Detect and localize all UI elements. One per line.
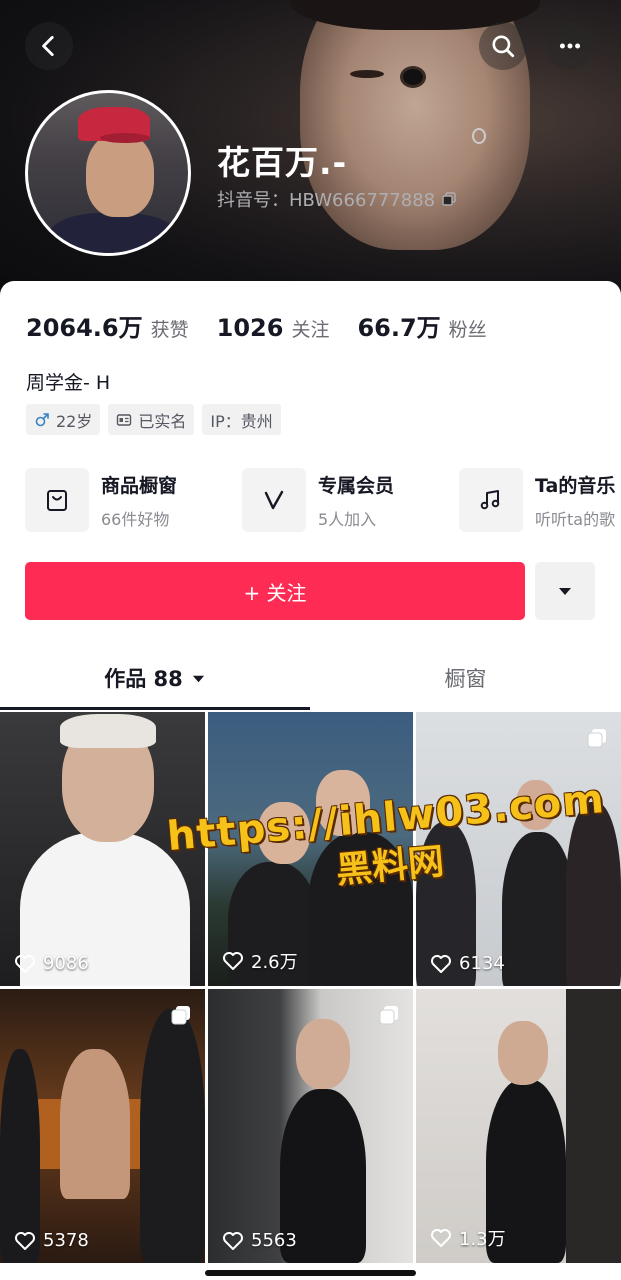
feature-music[interactable]: Ta的音乐 听听ta的歌 — [459, 466, 615, 534]
tag-text: IP：贵州 — [210, 411, 273, 431]
thumbnail-figure — [60, 714, 156, 748]
tab-works-label: 作品 88 — [104, 667, 183, 691]
shopping-bag-icon — [47, 490, 67, 511]
video-likes-count: 6134 — [459, 953, 505, 974]
stat-following[interactable]: 1026 关注 — [217, 314, 330, 342]
caret-down-icon — [192, 675, 204, 682]
vip-icon — [264, 490, 284, 510]
copy-icon[interactable] — [441, 191, 457, 207]
profile-bio: 周学金- H — [26, 372, 111, 394]
feature-title: 专属会员 — [318, 474, 395, 497]
profile-tags: 22岁 已实名 IP：贵州 — [26, 404, 281, 435]
stat-label: 获赞 — [150, 319, 189, 341]
heart-icon — [15, 954, 35, 973]
video-likes-count: 5378 — [43, 1230, 89, 1251]
stat-label: 关注 — [291, 319, 330, 341]
home-indicator[interactable] — [205, 1270, 416, 1276]
video-likes: 6134 — [430, 953, 505, 974]
stat-value: 1026 — [216, 314, 284, 342]
more-options-button[interactable] — [546, 22, 594, 70]
banner-photo-eye — [350, 70, 384, 78]
follow-dropdown-button[interactable] — [535, 562, 595, 620]
follow-button-label: + 关注 — [243, 580, 307, 605]
video-likes: 5563 — [222, 1230, 297, 1251]
stat-value: 2064.6万 — [26, 314, 143, 342]
male-icon — [35, 412, 49, 426]
stat-followers[interactable]: 66.7万 粉丝 — [357, 308, 486, 343]
tab-works[interactable]: 作品 88 — [0, 646, 310, 710]
stat-likes[interactable]: 2064.6万 获赞 — [26, 308, 189, 343]
stat-label: 粉丝 — [448, 319, 487, 341]
thumbnail-figure — [140, 1009, 205, 1263]
feature-subtitle: 5人加入 — [318, 509, 377, 529]
profile-banner: 花百万.- 抖音号：HBW666777888 — [0, 0, 621, 300]
video-likes: 5378 — [14, 1230, 89, 1251]
multi-image-icon — [587, 729, 606, 748]
thumbnail-figure — [566, 989, 621, 1263]
more-dots-icon — [559, 43, 581, 49]
heart-icon — [431, 1229, 451, 1247]
feature-subtitle: 听听ta的歌 — [535, 509, 616, 529]
tab-shop-window[interactable]: 橱窗 — [310, 646, 621, 710]
follow-button[interactable]: + 关注 — [25, 562, 525, 620]
video-likes-count: 5563 — [251, 1230, 297, 1251]
banner-photo-earring — [472, 128, 486, 144]
feature-title: Ta的音乐 — [535, 474, 616, 497]
profile-name: 花百万.- — [217, 143, 348, 182]
stat-value: 66.7万 — [357, 314, 441, 342]
banner-photo-eye — [400, 66, 426, 88]
feature-text: Ta的音乐 听听ta的歌 — [535, 471, 615, 530]
feature-row: 商品橱窗 66件好物 专属会员 5人加入 Ta的音乐 听听ta的歌 — [25, 466, 621, 534]
feature-text: 专属会员 5人加入 — [318, 471, 394, 530]
heart-icon — [223, 952, 243, 970]
music-note-icon — [480, 490, 500, 510]
feature-text: 商品橱窗 66件好物 — [101, 471, 177, 530]
stats-row: 2064.6万 获赞 1026 关注 66.7万 粉丝 — [26, 308, 515, 343]
feature-icon-box — [459, 468, 523, 532]
video-likes-count: 2.6万 — [251, 952, 298, 973]
content-tabs: 作品 88 橱窗 — [0, 646, 621, 710]
feature-icon-box — [242, 468, 306, 532]
avatar-cap-brim — [100, 133, 150, 143]
caret-down-icon — [559, 588, 571, 595]
tag-age: 22岁 — [26, 404, 101, 435]
video-likes: 9086 — [14, 953, 89, 974]
tag-verified: 已实名 — [108, 404, 195, 435]
feature-shop-window[interactable]: 商品橱窗 66件好物 — [25, 466, 177, 534]
search-button[interactable] — [479, 22, 527, 70]
tab-active-indicator — [0, 707, 310, 710]
heart-icon — [223, 1231, 243, 1250]
feature-subtitle: 66件好物 — [101, 509, 170, 529]
thumbnail-figure — [60, 1049, 130, 1199]
avatar[interactable] — [25, 90, 191, 256]
douyin-id-text: 抖音号：HBW666777888 — [217, 190, 436, 211]
heart-icon — [431, 954, 451, 973]
tag-text: 已实名 — [138, 411, 187, 431]
video-likes-count: 1.3万 — [459, 1229, 506, 1250]
search-icon — [492, 35, 515, 58]
video-likes: 1.3万 — [430, 1225, 506, 1251]
video-tile[interactable]: 1.3万 — [416, 989, 621, 1263]
avatar-head — [86, 133, 154, 217]
avatar-shirt — [48, 213, 178, 253]
video-likes-count: 9086 — [43, 953, 89, 974]
tag-text: 22岁 — [56, 411, 93, 431]
back-button[interactable] — [25, 22, 73, 70]
video-likes: 2.6万 — [222, 948, 298, 974]
multi-image-icon — [171, 1006, 190, 1025]
video-tile[interactable]: 5563 — [208, 989, 413, 1263]
tab-window-label: 橱窗 — [444, 667, 487, 691]
feature-icon-box — [25, 468, 89, 532]
back-arrow-icon — [42, 35, 54, 57]
feature-title: 商品橱窗 — [101, 474, 178, 497]
multi-image-icon — [379, 1006, 398, 1025]
id-card-icon — [117, 413, 132, 426]
thumbnail-figure — [498, 1021, 548, 1085]
douyin-id[interactable]: 抖音号：HBW666777888 — [217, 186, 457, 212]
thumbnail-figure — [296, 1019, 350, 1089]
tag-ip: IP：贵州 — [202, 404, 281, 435]
video-tile[interactable]: 5378 — [0, 989, 205, 1263]
heart-icon — [15, 1231, 35, 1250]
feature-membership[interactable]: 专属会员 5人加入 — [242, 466, 394, 534]
